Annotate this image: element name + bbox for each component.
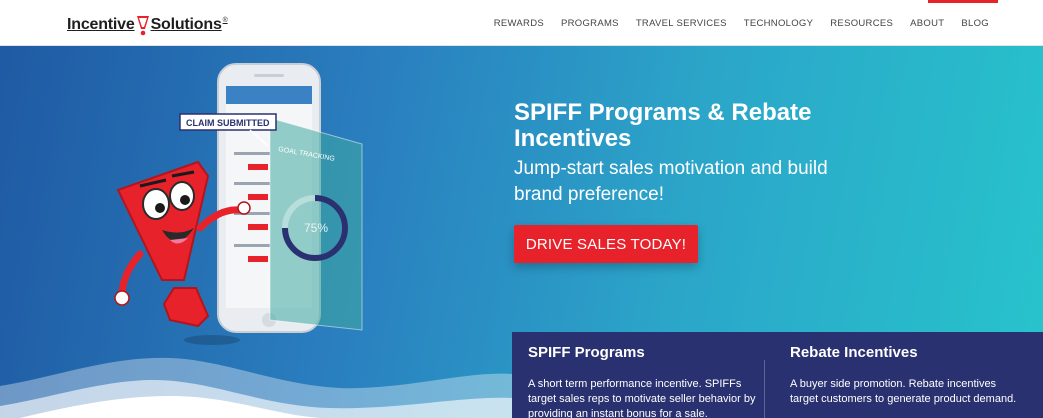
hero-subtitle: Jump-start sales motivation and build br… bbox=[514, 158, 828, 205]
mascot-shadow bbox=[184, 335, 240, 345]
card-divider bbox=[764, 360, 765, 418]
hero-illustration: GOAL TRACKING 75% CLAIM SUBMITTED bbox=[114, 63, 363, 345]
spiff-programs-column: SPIFF Programs A short term performance … bbox=[528, 344, 758, 418]
drive-sales-button[interactable]: DRIVE SALES TODAY! bbox=[514, 225, 698, 263]
progress-percent: 75% bbox=[304, 221, 328, 235]
logo-text-right: Solutions bbox=[150, 16, 222, 33]
nav-blog[interactable]: BLOG bbox=[961, 18, 989, 29]
nav-resources[interactable]: RESOURCES bbox=[830, 18, 893, 29]
nav-about[interactable]: ABOUT bbox=[910, 18, 944, 29]
nav-technology[interactable]: TECHNOLOGY bbox=[744, 18, 814, 29]
nav-rewards[interactable]: REWARDS bbox=[494, 18, 544, 29]
rebate-incentives-title: Rebate Incentives bbox=[790, 344, 918, 361]
logo-exclamation-icon bbox=[136, 14, 150, 36]
claim-submitted-text: CLAIM SUBMITTED bbox=[186, 118, 270, 128]
rebate-incentives-body: A buyer side promotion. Rebate incentive… bbox=[790, 378, 1017, 405]
nav-programs[interactable]: PROGRAMS bbox=[561, 18, 619, 29]
logo-text-left: Incentive bbox=[67, 16, 135, 33]
spiff-programs-body: A short term performance incentive. SPIF… bbox=[528, 378, 756, 418]
program-info-card: SPIFF Programs A short term performance … bbox=[512, 332, 1043, 418]
site-header: Incentive Solutions ® REWARDS PROGRAMS T… bbox=[0, 0, 1043, 46]
nav-active-indicator bbox=[928, 0, 998, 3]
rebate-incentives-column: Rebate Incentives A buyer side promotion… bbox=[790, 344, 1020, 407]
logo[interactable]: Incentive Solutions ® bbox=[67, 14, 228, 36]
hero-section: GOAL TRACKING 75% CLAIM SUBMITTED SPIFF … bbox=[0, 46, 1043, 418]
registered-mark: ® bbox=[222, 16, 228, 24]
nav-travel-services[interactable]: TRAVEL SERVICES bbox=[636, 18, 727, 29]
main-nav: REWARDS PROGRAMS TRAVEL SERVICES TECHNOL… bbox=[494, 18, 989, 29]
hero-title: SPIFF Programs & Rebate Incentives bbox=[514, 99, 812, 152]
spiff-programs-title: SPIFF Programs bbox=[528, 344, 645, 361]
